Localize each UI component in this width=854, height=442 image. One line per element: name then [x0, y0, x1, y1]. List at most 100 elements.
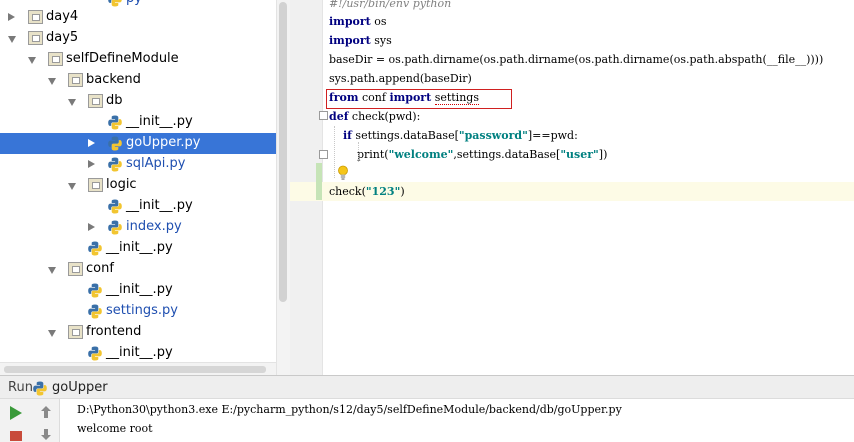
code-token: os [370, 15, 387, 28]
python-file-icon [108, 136, 123, 151]
run-tool-window-header: Run goUpper [0, 375, 854, 399]
code-token: def [329, 110, 349, 123]
code-token: #!/usr/bin/env python [329, 0, 452, 10]
tree-horizontal-scrollbar[interactable] [0, 362, 276, 375]
code-token: if [343, 129, 352, 142]
code-token: "welcome" [388, 148, 454, 161]
folder-icon [88, 94, 103, 108]
code-line[interactable]: baseDir = os.path.dirname(os.path.dirnam… [329, 50, 823, 69]
tree-item-label: db [106, 93, 123, 108]
folder-icon [88, 178, 103, 192]
code-token: ]==pwd: [527, 129, 578, 142]
arrow-up-icon[interactable] [40, 405, 52, 419]
python-file-icon [88, 241, 103, 256]
python-file-icon [108, 115, 123, 130]
run-tab-label[interactable]: Run [8, 380, 33, 395]
chevron-down-icon[interactable] [48, 267, 56, 274]
annotation-highlight-box [326, 89, 512, 109]
tree-item-label: backend [86, 72, 141, 87]
change-marker [316, 163, 322, 200]
tree-item-label: __init__.py [106, 282, 173, 297]
chevron-down-icon[interactable] [48, 330, 56, 337]
chevron-down-icon[interactable] [68, 183, 76, 190]
tree-item-label: __init__.py [106, 345, 173, 360]
tree-item-label: day5 [46, 30, 79, 45]
code-token: check(pwd): [348, 110, 421, 123]
folder-icon [68, 325, 83, 339]
tree-file[interactable]: goUpper.py [0, 133, 276, 154]
scrollbar-thumb[interactable] [4, 366, 266, 373]
chevron-right-icon[interactable] [8, 13, 15, 21]
code-line[interactable]: sys.path.append(baseDir) [329, 69, 472, 88]
fold-marker[interactable] [319, 111, 328, 120]
code-token: import [329, 15, 371, 28]
chevron-down-icon[interactable] [48, 78, 56, 85]
stop-button[interactable] [10, 431, 22, 441]
tree-item-label: index.py [126, 219, 182, 234]
console-line: welcome root [77, 422, 153, 435]
run-config-name[interactable]: goUpper [52, 380, 108, 395]
run-console[interactable]: D:\Python30\python3.exe E:/pycharm_pytho… [60, 399, 854, 442]
tree-item-label: __init__.py [106, 240, 173, 255]
code-token: check( [329, 185, 366, 198]
tree-folder[interactable]: selfDefineModule [0, 49, 276, 70]
tree-item-label: py [126, 0, 142, 6]
code-line[interactable]: import os [329, 12, 387, 31]
python-file-icon [88, 283, 103, 298]
tree-file[interactable]: settings.py [0, 301, 276, 322]
tree-item-label: __init__.py [126, 198, 193, 213]
folder-icon [28, 31, 43, 45]
tree-folder[interactable]: day4 [0, 7, 276, 28]
tree-item-label: settings.py [106, 303, 178, 318]
tree-folder[interactable]: day5 [0, 28, 276, 49]
tree-folder[interactable]: logic [0, 175, 276, 196]
python-file-icon [88, 304, 103, 319]
folder-icon [68, 73, 83, 87]
code-line[interactable]: import sys [329, 31, 392, 50]
tree-file[interactable]: __init__.py [0, 238, 276, 259]
run-toolbar [0, 399, 60, 442]
chevron-down-icon[interactable] [68, 99, 76, 106]
python-file-icon [108, 0, 123, 7]
tree-item-label: sqlApi.py [126, 156, 186, 171]
run-button[interactable] [10, 406, 22, 420]
code-line[interactable]: if settings.dataBase["password"]==pwd: [329, 126, 578, 145]
tree-item-label: __init__.py [126, 114, 193, 129]
code-line[interactable]: print("welcome",settings.dataBase["user"… [329, 145, 607, 164]
code-token: sys.path.append(baseDir) [329, 72, 472, 85]
chevron-right-icon[interactable] [88, 160, 95, 168]
chevron-down-icon[interactable] [8, 36, 16, 43]
indent-guide [334, 126, 335, 178]
code-token: baseDir = os.path.dirname(os.path.dirnam… [329, 53, 824, 66]
python-file-icon [88, 346, 103, 361]
tree-folder[interactable]: backend [0, 70, 276, 91]
code-line[interactable]: def check(pwd): [329, 107, 420, 126]
code-token: settings.dataBase[ [351, 129, 459, 142]
tree-folder[interactable]: db [0, 91, 276, 112]
code-line[interactable]: check("123") [329, 182, 405, 201]
python-icon [33, 381, 47, 396]
tree-file[interactable]: __init__.py [0, 196, 276, 217]
chevron-right-icon[interactable] [88, 139, 95, 147]
fold-marker[interactable] [319, 150, 328, 159]
code-token: "password" [458, 129, 528, 142]
code-token: "123" [365, 185, 401, 198]
folder-icon [68, 262, 83, 276]
chevron-right-icon[interactable] [88, 223, 95, 231]
python-file-icon [108, 220, 123, 235]
project-tree[interactable]: pyday4day5selfDefineModulebackenddb__ini… [0, 0, 290, 375]
tree-file[interactable]: __init__.py [0, 280, 276, 301]
code-token: import [329, 34, 371, 47]
tree-file[interactable]: __init__.py [0, 343, 276, 364]
tree-vertical-scrollbar[interactable] [276, 0, 290, 375]
tree-file[interactable]: index.py [0, 217, 276, 238]
tree-folder[interactable]: conf [0, 259, 276, 280]
lightbulb-icon[interactable] [337, 165, 349, 181]
tree-item-label: frontend [86, 324, 142, 339]
arrow-down-icon[interactable] [40, 429, 52, 441]
tree-folder[interactable]: frontend [0, 322, 276, 343]
tree-file[interactable]: sqlApi.py [0, 154, 276, 175]
scrollbar-thumb[interactable] [279, 2, 287, 302]
tree-file[interactable]: __init__.py [0, 112, 276, 133]
chevron-down-icon[interactable] [28, 57, 36, 64]
